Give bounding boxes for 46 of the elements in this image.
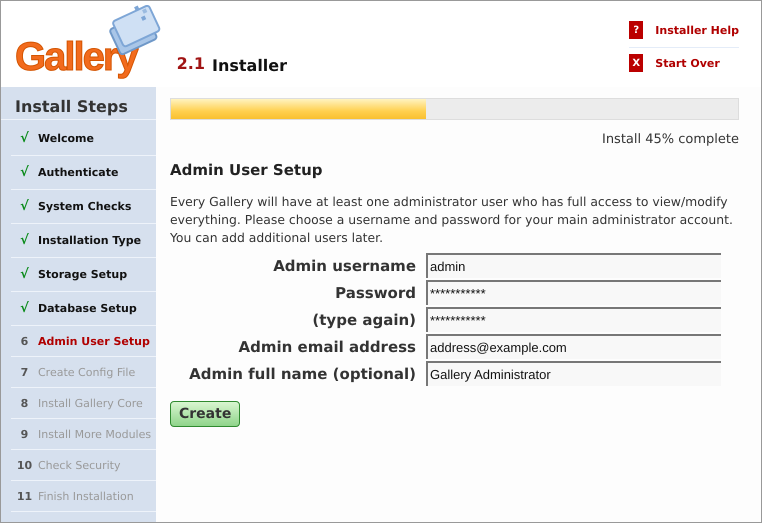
step-label: Finish Installation [38,490,134,502]
input-field[interactable]: *********** [426,280,721,305]
checkmark-icon: √ [11,233,38,248]
step-label: Storage Setup [38,268,128,281]
installer-title: Installer [212,56,288,75]
step-label: Install Gallery Core [38,396,143,410]
step-label: Check Security [38,458,121,472]
checkmark-icon: √ [11,165,38,180]
field-label: Admin username [272,256,416,274]
field-label: Password [334,284,416,302]
step-number: 10 [16,458,34,472]
input-field[interactable]: address@example.com [426,334,721,359]
step-number: 11 [16,490,34,502]
step-label: Database Setup [38,302,137,315]
checkmark-icon: √ [11,301,38,316]
header-link[interactable]: Installer Help [655,24,739,36]
step-label: Welcome [38,132,94,145]
sidebar-title: Install Steps [1,97,156,120]
progress-label: Install 45% complete [600,132,739,147]
checkmark-icon: √ [11,267,38,282]
step-label: Create Config File [38,366,136,378]
step-label: Admin User Setup [38,334,150,348]
section-heading: Admin User Setup [170,161,324,179]
field-label: Admin full name (optional) [188,364,416,382]
input-field[interactable]: *********** [426,307,721,332]
step-number: 9 [20,428,30,440]
step-label: System Checks [38,200,132,213]
field-label: (type again) [311,310,416,328]
help-icon[interactable]: ? [629,21,644,39]
step-label: Installation Type [38,234,142,247]
input-field[interactable]: admin [426,253,721,278]
logo-wordmark: Gallery [15,37,137,77]
step-number: 8 [20,396,30,410]
step-number: 6 [20,334,30,348]
close-icon[interactable]: X [629,54,644,72]
checkmark-icon: √ [11,131,38,146]
step-label: Install More Modules [38,428,152,440]
create-button[interactable]: Create [170,401,240,427]
intro-paragraph: Every Gallery will have at least one administrator user who has full access to view/modify everything. Please choose a username and password for your main administrator account. You can add additional users later. [170,193,734,247]
checkmark-icon: √ [11,199,38,214]
header-link[interactable]: Start Over [655,56,720,70]
field-label: Admin email address [238,338,416,356]
step-number: 7 [20,366,30,378]
step-label: Authenticate [38,166,118,179]
input-field[interactable]: Gallery Administrator [426,361,721,386]
version-number: 2.1 [176,54,205,73]
